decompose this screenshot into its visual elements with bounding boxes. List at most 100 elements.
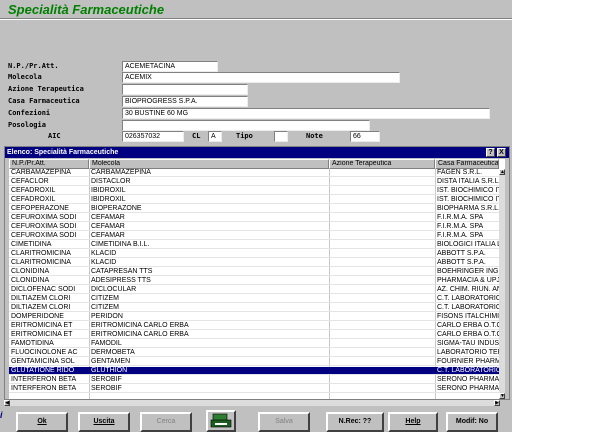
table-row[interactable]: CEFADROXIL IBIDROXIL IST. BIOCHIMICO ITA <box>9 196 499 204</box>
table-cell <box>329 304 435 312</box>
table-cell: CEFACLOR <box>11 178 49 185</box>
table-row[interactable]: CEFADROXIL IBIDROXIL IST. BIOCHIMICO ITA <box>9 187 499 195</box>
table-cell <box>329 385 435 393</box>
table-row[interactable]: CEFOPERAZONE BIOPERAZONE BIOPHARMA S.R.L. <box>9 205 499 213</box>
table-cell: CEFOPERAZONE <box>11 205 69 212</box>
table-cell: CEFADROXIL <box>11 196 56 203</box>
ok-button-label: Ok <box>37 418 47 425</box>
ok-button[interactable]: Ok <box>16 412 68 432</box>
table-cell <box>329 250 435 258</box>
dialog-title: Elenco: Specialità Farmaceutiche <box>7 149 119 156</box>
uscita-button-label: Uscita <box>93 418 115 425</box>
table-cell: F.I.R.M.A. SPA <box>437 223 484 230</box>
table-cell: GLUTHION <box>91 367 128 374</box>
table-row[interactable]: GLUTATIONE RIDO GLUTHION C.T. LABORATORIO <box>9 367 499 375</box>
table-row[interactable]: FAMOTIDINA FAMODIL SIGMA-TAU INDUST <box>9 340 499 348</box>
table-cell: ADESIPRESS TTS <box>91 277 151 284</box>
table-cell: ERITROMICINA CARLO ERBA <box>91 322 189 329</box>
table-cell: CEFAMAR <box>91 232 125 239</box>
modif-button[interactable]: Modif: No <box>446 412 498 432</box>
table-cell <box>329 259 435 267</box>
table-cell: DISTA ITALIA S.R.L. <box>437 178 499 185</box>
casa-field[interactable]: BIOPROGRESS S.P.A. <box>122 96 248 107</box>
table-row[interactable]: CLARITROMICINA KLACID ABBOTT S.P.A. <box>9 250 499 258</box>
help-button[interactable]: Help <box>388 412 438 432</box>
table-cell: LABORATORIO TER. <box>437 349 499 356</box>
dialog-close-button[interactable]: X <box>497 148 506 157</box>
table-row[interactable]: ERITROMICINA ET ERITROMICINA CARLO ERBA CA… <box>9 322 499 330</box>
cerca-button[interactable]: Cerca <box>140 412 192 432</box>
scroll-right-arrow-icon[interactable]: ▶ <box>494 400 500 406</box>
table-row[interactable]: DICLOFENAC SODI DICLOCULAR AZ. CHIM. RIUN.… <box>9 286 499 294</box>
note-field[interactable]: 66 <box>350 131 380 142</box>
posologia-field[interactable] <box>122 120 370 131</box>
table-cell <box>329 340 435 348</box>
table-cell: IBIDROXIL <box>91 187 126 194</box>
uscita-button[interactable]: Uscita <box>78 412 130 432</box>
table-row[interactable]: CEFUROXIMA SODI CEFAMAR F.I.R.M.A. SPA <box>9 223 499 231</box>
casa-label: Casa Farmaceutica <box>8 97 80 105</box>
table-cell <box>329 358 435 366</box>
table-row[interactable]: INTERFERON BETA SEROBIF SERONO PHARMA S <box>9 376 499 384</box>
col-header-molecola[interactable]: Molecola <box>89 159 329 169</box>
molecola-label: Molecola <box>8 73 42 81</box>
table-row[interactable]: CEFUROXIMA SODI CEFAMAR F.I.R.M.A. SPA <box>9 214 499 222</box>
np-field[interactable]: ACEMETACINA <box>122 61 218 72</box>
table-cell: ABBOTT S.P.A. <box>437 259 486 266</box>
table-row[interactable]: CARBAMAZEPINA CARBAMAZEPINA FAGEN S.R.L. <box>9 169 499 177</box>
scroll-up-arrow-icon[interactable]: ▲ <box>499 169 505 175</box>
azione-field[interactable] <box>122 84 248 95</box>
horizontal-scrollbar[interactable]: ◀ ▶ <box>4 400 500 406</box>
table-row[interactable]: CLARITROMICINA KLACID ABBOTT S.P.A. <box>9 259 499 267</box>
table-cell: C.T. LABORATORIO <box>437 295 499 302</box>
molecola-field[interactable]: ACEMIX <box>122 72 400 83</box>
scroll-down-arrow-icon[interactable]: ▼ <box>499 393 505 399</box>
table-row[interactable]: ERITROMICINA ET ERITROMICINA CARLO ERBA CA… <box>9 331 499 339</box>
table-cell: CARLO ERBA O.T.C. <box>437 322 499 329</box>
table-cell: CEFUROXIMA SODI <box>11 214 77 221</box>
table-cell <box>329 286 435 294</box>
table-row[interactable]: DOMPERIDONE PERIDON FISONS ITALCHIMIC <box>9 313 499 321</box>
table-cell: SIGMA-TAU INDUST <box>437 340 499 347</box>
scroll-left-arrow-icon[interactable]: ◀ <box>4 400 10 406</box>
table-row[interactable]: CEFUROXIMA SODI CEFAMAR F.I.R.M.A. SPA <box>9 232 499 240</box>
table-row[interactable]: DILTIAZEM CLORI CITIZEM C.T. LABORATORIO <box>9 304 499 312</box>
table-cell: IBIDROXIL <box>91 196 126 203</box>
table-row[interactable]: DILTIAZEM CLORI CITIZEM C.T. LABORATORIO <box>9 295 499 303</box>
table-cell <box>329 349 435 357</box>
table-cell: SEROBIF <box>91 376 122 383</box>
col-header-np[interactable]: N.P./Pr.Att. <box>9 159 89 169</box>
col-header-casa[interactable]: Casa Farmaceutica <box>435 159 499 169</box>
col-header-azione[interactable]: Azione Terapeutica <box>329 159 435 169</box>
table-cell: CARBAMAZEPINA <box>11 169 71 176</box>
table-row[interactable]: FLUOCINOLONE AC DERMOBETA LABORATORIO TER. <box>9 349 499 357</box>
table-cell: ERITROMICINA ET <box>11 331 73 338</box>
table-row[interactable]: CLONIDINA ADESIPRESS TTS PHARMACIA & UPJO <box>9 277 499 285</box>
table-cell: PHARMACIA & UPJO <box>437 277 499 284</box>
dialog-help-button[interactable]: ? <box>486 148 495 157</box>
table-row[interactable]: CIMETIDINA CIMETIDINA B.I.L. BIOLOGICI ITA… <box>9 241 499 249</box>
salva-button[interactable]: Salva <box>258 412 310 432</box>
aic-field[interactable]: 026357032 <box>122 131 184 142</box>
table-cell: F.I.R.M.A. SPA <box>437 232 484 239</box>
table-row[interactable]: GENTAMICINA SOL GENTAMEN FOURNIER PHARMA <box>9 358 499 366</box>
table-cell: FOURNIER PHARMA <box>437 358 499 365</box>
table-cell <box>329 268 435 276</box>
print-button[interactable] <box>206 410 236 432</box>
table-row[interactable]: INTERFERON BETA SEROBIF SERONO PHARMA S <box>9 385 499 393</box>
table-cell: F.I.R.M.A. SPA <box>437 214 484 221</box>
vertical-scrollbar[interactable]: ▲ ▼ <box>499 169 505 399</box>
tipo-field[interactable] <box>274 131 288 142</box>
table-row[interactable]: CLONIDINA CATAPRESAN TTS BOEHRINGER INGEI <box>9 268 499 276</box>
confezioni-field[interactable]: 30 BUSTINE 60 MG <box>122 108 490 119</box>
table-cell: CEFUROXIMA SODI <box>11 232 77 239</box>
aic-label: AIC <box>48 132 61 140</box>
table-cell <box>329 187 435 195</box>
table-cell: CATAPRESAN TTS <box>91 268 153 275</box>
app-title: Specialità Farmaceutiche <box>8 2 165 17</box>
confezioni-label: Confezioni <box>8 109 51 117</box>
table-row[interactable]: CEFACLOR DISTACLOR DISTA ITALIA S.R.L. <box>9 178 499 186</box>
cl-field[interactable]: A <box>208 131 222 142</box>
table-cell: DICLOCULAR <box>91 286 137 293</box>
nrec-button[interactable]: N.Rec: ?? <box>326 412 384 432</box>
